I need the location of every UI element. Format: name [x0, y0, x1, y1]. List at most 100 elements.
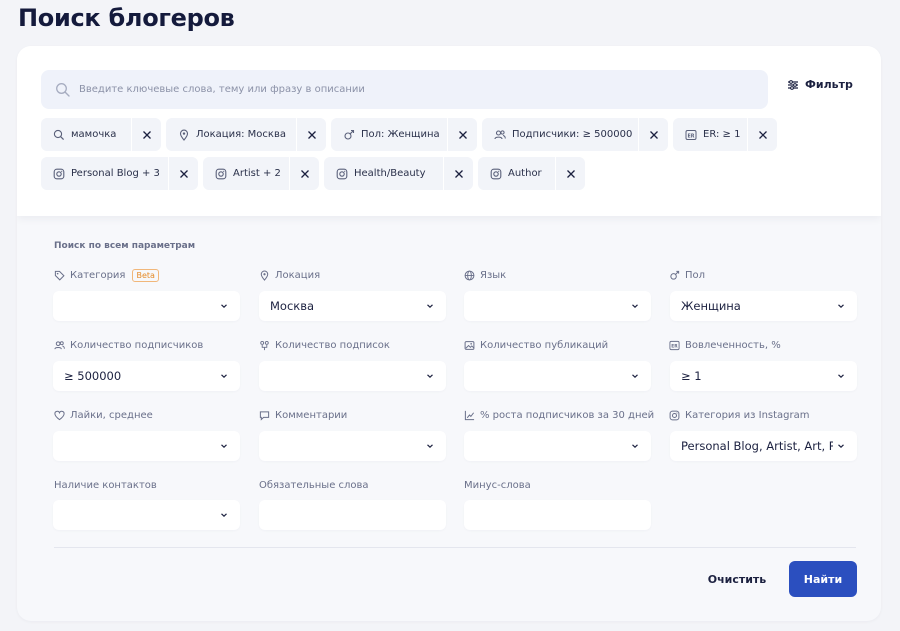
comments-select[interactable]: [259, 431, 446, 461]
filter-chip-ig-personal-blog[interactable]: Personal Blog + 3: [41, 157, 198, 190]
filter-chip-keyword[interactable]: мамочка: [41, 118, 161, 151]
ig-category-select[interactable]: Personal Blog, Artist, Art, Public Figur…: [670, 431, 857, 461]
required-words-input[interactable]: [259, 500, 446, 530]
location-pin-icon: [178, 129, 190, 141]
minus-words-input[interactable]: [464, 500, 651, 530]
growth-chart-icon: [464, 410, 475, 421]
search-panel: Фильтр мамочка Локация: Москва: [17, 46, 881, 621]
params-section-title: Поиск по всем параметрам: [54, 241, 196, 251]
close-icon[interactable]: [168, 157, 198, 190]
comments-label: Комментарии: [259, 410, 347, 421]
find-button-label: Найти: [803, 572, 843, 586]
required-words-label-text: Обязательные слова: [259, 480, 369, 491]
following-select[interactable]: [259, 361, 446, 391]
chevron-down-icon: [221, 513, 227, 518]
engagement-label-text: Вовлеченность, %: [685, 340, 781, 351]
engagement-select[interactable]: ≥ 1: [670, 361, 857, 391]
location-pin-icon: [260, 270, 269, 281]
engagement-label: ER Вовлеченность, %: [669, 340, 781, 351]
filter-chip-location[interactable]: Локация: Москва: [166, 118, 326, 151]
search-header: Фильтр мамочка Локация: Москва: [17, 46, 881, 216]
instagram-icon: [215, 168, 227, 180]
keyword-search-input[interactable]: [79, 84, 739, 95]
keyword-search-icon: [53, 129, 65, 141]
gender-select[interactable]: Женщина: [670, 291, 857, 321]
ig-category-label: Категория из Instagram: [669, 410, 810, 421]
followers-label-text: Количество подписчиков: [70, 340, 204, 351]
close-icon[interactable]: [296, 118, 326, 151]
er-icon: ER: [669, 340, 680, 351]
engagement-value: ≥ 1: [681, 369, 702, 383]
globe-icon: [464, 270, 475, 281]
growth-label: % роста подписчиков за 30 дней: [464, 410, 654, 421]
beta-badge: Beta: [132, 269, 159, 282]
chevron-down-icon: [838, 304, 844, 309]
close-icon[interactable]: [443, 157, 473, 190]
heart-icon: [54, 410, 65, 421]
filter-chip-ig-health-beauty[interactable]: Health/Beauty: [324, 157, 473, 190]
divider: [54, 547, 856, 548]
comment-icon: [259, 411, 270, 421]
ig-category-value: Personal Blog, Artist, Art, Public Figur…: [681, 439, 833, 453]
minus-words-label: Минус-слова: [464, 480, 531, 491]
chevron-down-icon: [221, 304, 227, 309]
filter-button[interactable]: Фильтр: [787, 78, 853, 91]
growth-label-text: % роста подписчиков за 30 дней: [480, 410, 655, 421]
chevron-down-icon: [427, 304, 433, 309]
filter-sliders-icon: [788, 79, 798, 90]
category-select[interactable]: [53, 291, 240, 321]
chevron-down-icon: [838, 374, 844, 379]
clear-button[interactable]: Очистить: [707, 570, 767, 590]
posts-label: Количество публикаций: [464, 340, 608, 351]
er-icon: ER: [685, 129, 697, 141]
close-icon[interactable]: [131, 118, 161, 151]
chip-label: Подписчики: ≥ 500000: [512, 129, 633, 140]
chip-label: Локация: Москва: [196, 129, 286, 140]
filter-chip-ig-artist[interactable]: Artist + 2: [203, 157, 319, 190]
location-label-text: Локация: [275, 270, 321, 281]
contacts-select[interactable]: [53, 500, 240, 530]
chevron-down-icon: [838, 444, 844, 449]
filter-chip-gender[interactable]: Пол: Женщина: [331, 118, 477, 151]
posts-label-text: Количество публикаций: [480, 340, 609, 351]
close-icon[interactable]: [555, 157, 585, 190]
image-icon: [464, 341, 475, 350]
gender-icon: [343, 129, 355, 141]
filter-chip-followers[interactable]: Подписчики: ≥ 500000: [482, 118, 668, 151]
location-value: Москва: [270, 299, 315, 313]
chip-label: мамочка: [71, 129, 117, 140]
chip-label: Пол: Женщина: [361, 129, 440, 140]
location-select[interactable]: Москва: [259, 291, 446, 321]
close-icon[interactable]: [638, 118, 668, 151]
svg-text:ER: ER: [671, 344, 678, 350]
svg-text:ER: ER: [688, 133, 695, 139]
tag-icon: [54, 270, 65, 281]
gender-label: Пол: [669, 270, 705, 281]
instagram-icon: [669, 410, 680, 421]
chevron-down-icon: [427, 374, 433, 379]
category-label-text: Категория: [70, 270, 126, 281]
gender-icon: [670, 270, 680, 280]
posts-select[interactable]: [464, 361, 651, 391]
close-icon[interactable]: [747, 118, 777, 151]
filter-chip-er[interactable]: ER ER: ≥ 1: [673, 118, 777, 151]
language-label-text: Язык: [480, 270, 507, 281]
find-button[interactable]: Найти: [789, 561, 857, 597]
comments-label-text: Комментарии: [275, 410, 348, 421]
followers-select[interactable]: ≥ 500000: [53, 361, 240, 391]
growth-select[interactable]: [464, 431, 651, 461]
likes-select[interactable]: [53, 431, 240, 461]
followers-label: Количество подписчиков: [54, 340, 203, 351]
keyword-search-box[interactable]: [41, 70, 768, 109]
minus-words-label-text: Минус-слова: [464, 480, 531, 491]
filter-chip-ig-author[interactable]: Author: [478, 157, 585, 190]
close-icon[interactable]: [447, 118, 477, 151]
instagram-icon: [53, 168, 65, 180]
filter-label: Фильтр: [805, 78, 853, 91]
following-label: Количество подписок: [259, 340, 390, 351]
category-label: Категория Beta: [54, 269, 159, 282]
chip-label: Health/Beauty: [354, 168, 426, 179]
contacts-label-text: Наличие контактов: [54, 480, 157, 491]
language-select[interactable]: [464, 291, 651, 321]
close-icon[interactable]: [289, 157, 319, 190]
